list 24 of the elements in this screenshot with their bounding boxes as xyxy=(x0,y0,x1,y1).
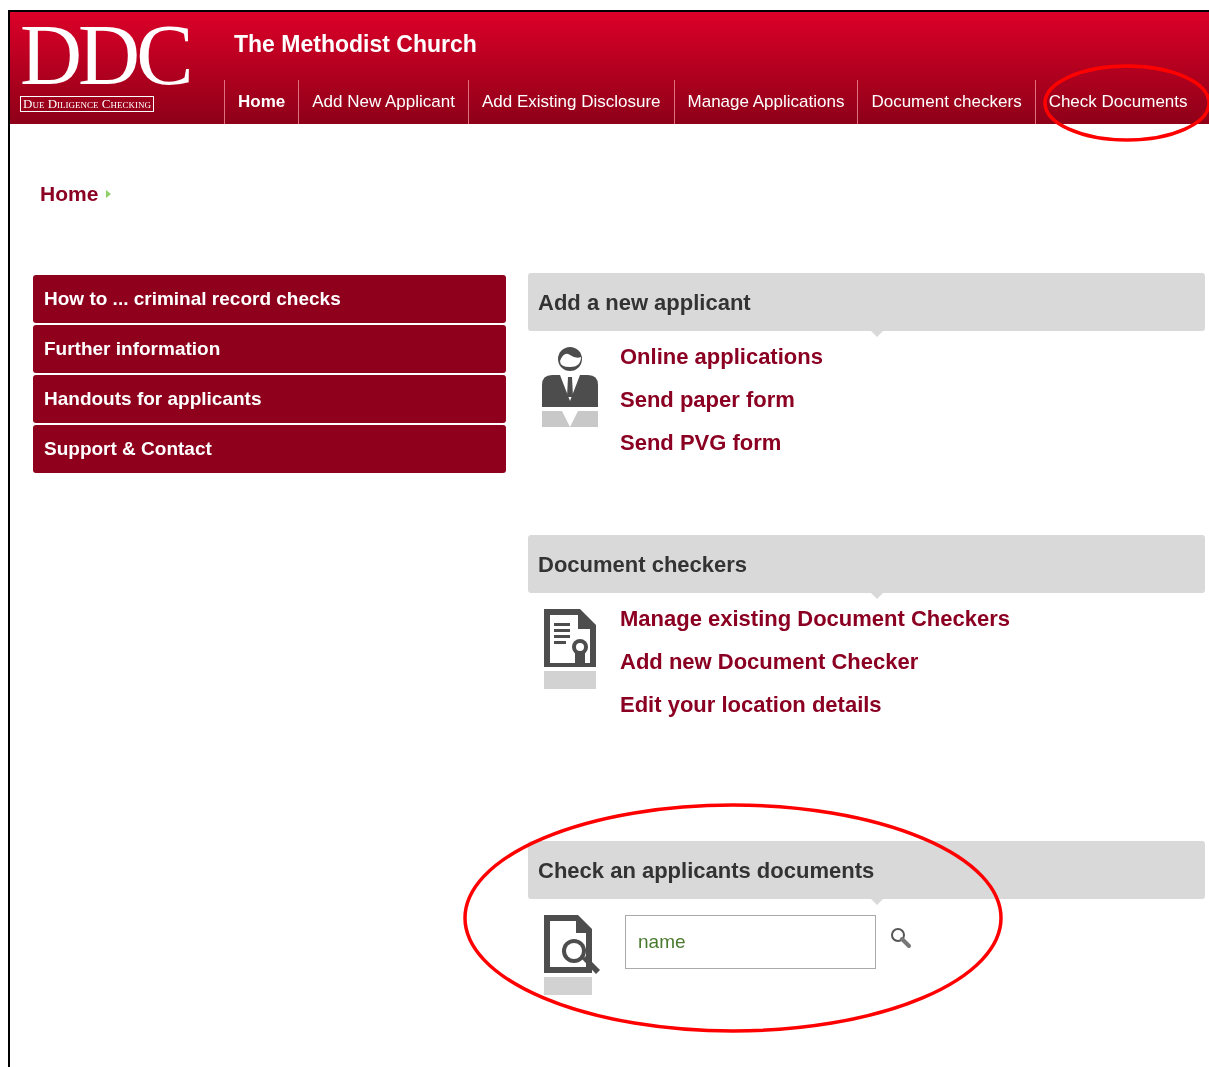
panel-title: Add a new applicant xyxy=(538,288,751,317)
sidebar-item[interactable]: Support & Contact xyxy=(33,425,506,473)
logo-tagline: Due Diligence Checking xyxy=(20,96,154,112)
nav-tab[interactable]: Document checkers xyxy=(857,80,1035,124)
nav-tab[interactable]: Check Documents xyxy=(1034,80,1201,124)
panel-link[interactable]: Manage existing Document Checkers xyxy=(620,604,1010,634)
sidebar-item[interactable]: Handouts for applicants xyxy=(33,375,506,423)
panel-link[interactable]: Online applications xyxy=(620,342,823,372)
sidebar-item[interactable]: Further information xyxy=(33,325,506,373)
panel-title: Check an applicants documents xyxy=(538,856,875,885)
nav-tab[interactable]: Add Existing Disclosure xyxy=(467,80,674,124)
panel-link[interactable]: Add new Document Checker xyxy=(620,647,1010,677)
breadcrumb-link[interactable]: Home xyxy=(40,182,99,206)
nav-tab[interactable]: Home xyxy=(224,80,299,124)
nav-tab[interactable]: Add New Applicant xyxy=(298,80,468,124)
panel-link[interactable]: Edit your location details xyxy=(620,690,1010,720)
logo-letters: DDC xyxy=(20,20,191,94)
panel-link[interactable]: Send PVG form xyxy=(620,428,823,458)
panel-title: Document checkers xyxy=(538,550,748,579)
site-title: The Methodist Church xyxy=(234,30,478,59)
nav-tab[interactable]: Manage Applications xyxy=(673,80,858,124)
sidebar-item[interactable]: How to ... criminal record checks xyxy=(33,275,506,323)
search-field[interactable]: name xyxy=(625,915,876,969)
panel-link[interactable]: Send paper form xyxy=(620,385,823,415)
